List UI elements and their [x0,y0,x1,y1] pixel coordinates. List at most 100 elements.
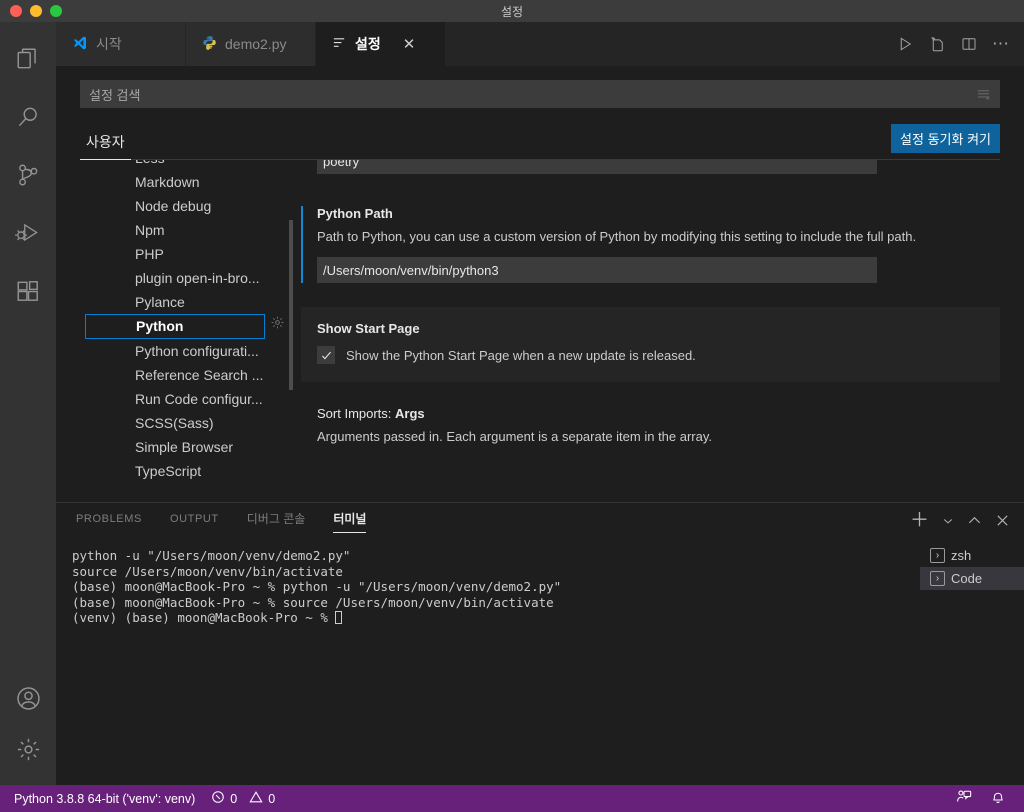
tab-welcome[interactable]: 시작 [56,22,186,66]
tab-demo2-py[interactable]: demo2.py [186,22,316,66]
panel-tab-output[interactable]: OUTPUT [170,513,219,529]
activity-bar-item-accounts[interactable] [0,669,56,727]
toc-item-pylance[interactable]: Pylance [131,290,301,314]
terminal-line: source /Users/moon/venv/bin/activate [72,563,343,579]
toc-item-scss-sass[interactable]: SCSS(Sass) [131,411,301,435]
settings-search-wrapper: 설정 검색 [80,80,1000,108]
window-traffic-lights [0,5,62,17]
python-logo-icon [202,35,217,53]
files-icon [15,46,41,72]
feedback-person-icon[interactable] [956,789,972,808]
close-window-button[interactable] [10,5,22,17]
panel-tab-debug-console[interactable]: 디버그 콘솔 [247,510,306,531]
panel-tab-bar: PROBLEMS OUTPUT 디버그 콘솔 터미널 ＋ [56,503,1024,538]
toc-scrollbar[interactable] [289,220,293,390]
search-placeholder: 설정 검색 [89,87,141,103]
activity-bar-item-run-and-debug[interactable] [0,204,56,262]
toc-item-plugin-open-in-browser[interactable]: plugin open-in-bro... [131,266,301,290]
toc-item-npm[interactable]: Npm [131,218,301,242]
terminal-list-item-code[interactable]: › Code [920,567,1024,590]
terminal-line: (base) moon@MacBook-Pro ~ % python -u "/… [72,579,562,594]
terminal-prompt-line: (venv) (base) moon@MacBook-Pro ~ % [72,610,336,625]
zoom-window-button[interactable] [50,5,62,17]
activity-bar-item-source-control[interactable] [0,146,56,204]
toc-item-run-code-configuration[interactable]: Run Code configur... [131,387,301,411]
activity-bar-item-explorer[interactable] [0,30,56,88]
python-path-input[interactable]: /Users/moon/venv/bin/python3 [317,257,877,284]
toc-item-reference-search[interactable]: Reference Search ... [131,363,301,387]
chevron-up-icon[interactable] [967,513,982,528]
panel-tab-terminal[interactable]: 터미널 [333,510,367,533]
turn-on-settings-sync-button[interactable]: 설정 동기화 켜기 [891,124,1000,153]
setting-title-bold: Args [395,406,425,422]
activity-bar-item-search[interactable] [0,88,56,146]
status-bar-right [956,789,1014,808]
poetry-value-input[interactable]: poetry [317,160,877,174]
error-count: 0 [230,791,238,806]
activity-bar-item-extensions[interactable] [0,262,56,320]
chevron-down-icon[interactable] [942,515,954,527]
status-python-interpreter[interactable]: Python 3.8.8 64-bit ('venv': venv) [14,792,195,806]
gear-icon [15,736,42,763]
filter-icon[interactable] [976,87,991,102]
settings-editor: 설정 검색 사용자 설정 동기화 켜기 Markdown Node debug … [56,66,1024,502]
settings-search-input[interactable]: 설정 검색 [80,80,1000,108]
checkbox-label: Show the Python Start Page when a new up… [346,347,696,363]
minimize-window-button[interactable] [30,5,42,17]
terminal-output[interactable]: python -u "/Users/moon/venv/demo2.py" so… [56,538,920,785]
show-start-page-checkbox[interactable] [317,346,335,365]
ellipsis-icon[interactable]: ⋯ [992,35,1010,51]
toc-item-markdown[interactable]: Markdown [131,170,301,194]
tab-close-button[interactable]: ✕ [403,37,416,52]
setting-poetry-path: poetry [301,160,1000,174]
run-debug-icon [14,219,42,247]
terminal-list-label: Code [951,571,983,586]
editor-actions: ⋯ [896,22,1024,66]
close-icon[interactable] [995,513,1010,528]
toc-item-less[interactable]: Less [131,160,301,170]
panel-tab-problems[interactable]: PROBLEMS [76,513,142,529]
main-column: 시작 demo2.py 설정 ✕ ⋯ 설정 검색 사용자 설정 동기화 켜기 M… [56,22,1024,785]
terminal-line: (base) moon@MacBook-Pro ~ % source /User… [72,594,554,610]
run-file-icon[interactable] [928,35,946,53]
setting-description: Arguments passed in. Each argument is a … [317,429,713,445]
setting-title-prefix: Sort Imports: [317,406,396,422]
search-icon [15,104,41,130]
settings-body: Less Markdown Node debug Npm PHP plugin … [56,160,1024,502]
activity-bar-item-manage[interactable] [0,727,56,785]
settings-list: poetry Python Path Path to Python, you c… [271,160,1024,502]
setting-title: Show Start Page [317,321,420,337]
status-problems[interactable]: 0 0 [211,790,275,807]
toc-item-simple-browser[interactable]: Simple Browser [131,435,301,459]
play-icon[interactable] [896,35,914,53]
show-start-page-checkbox-row[interactable]: Show the Python Start Page when a new up… [317,346,984,365]
editor-tab-bar: 시작 demo2.py 설정 ✕ ⋯ [56,22,1024,66]
error-circle-icon [211,790,225,807]
toc-item-typescript[interactable]: TypeScript [131,459,301,483]
bottom-panel: PROBLEMS OUTPUT 디버그 콘솔 터미널 ＋ python -u "… [56,502,1024,785]
split-editor-icon[interactable] [960,35,978,53]
tab-settings[interactable]: 설정 ✕ [316,22,446,66]
terminal-cursor [335,611,343,624]
python-interpreter-label: Python 3.8.8 64-bit ('venv': venv) [14,791,196,806]
setting-description: Path to Python, you can use a custom ver… [317,229,917,244]
title-bar: 설정 [0,0,1024,22]
vscode-window: 설정 시작 demo2.py 설정 ✕ ⋯ 설정 검색 사용자 설정 동기화 켜… [0,0,1024,812]
settings-scope-tabs: 사용자 설정 동기화 켜기 [80,122,1000,160]
tab-user-settings[interactable]: 사용자 [80,132,131,160]
account-icon [15,685,42,712]
toc-item-node-debug[interactable]: Node debug [131,194,301,218]
terminal-list-item-zsh[interactable]: › zsh [920,544,1024,567]
toc-item-python-configuration[interactable]: Python configurati... [131,339,301,363]
toc-item-python[interactable]: Python [85,314,265,339]
plus-icon[interactable]: ＋ [910,511,929,530]
terminal-line: python -u "/Users/moon/venv/demo2.py" [72,548,351,563]
source-control-icon [15,162,41,188]
setting-gear-icon[interactable] [270,315,285,335]
warning-count: 0 [268,791,276,806]
bell-icon[interactable] [990,789,1006,808]
setting-show-start-page: Show Start Page Show the Python Start Pa… [271,307,1000,383]
panel-actions: ＋ [910,511,1010,530]
setting-sort-imports-args: Sort Imports: Args Arguments passed in. … [301,406,1000,447]
toc-item-php[interactable]: PHP [131,242,301,266]
